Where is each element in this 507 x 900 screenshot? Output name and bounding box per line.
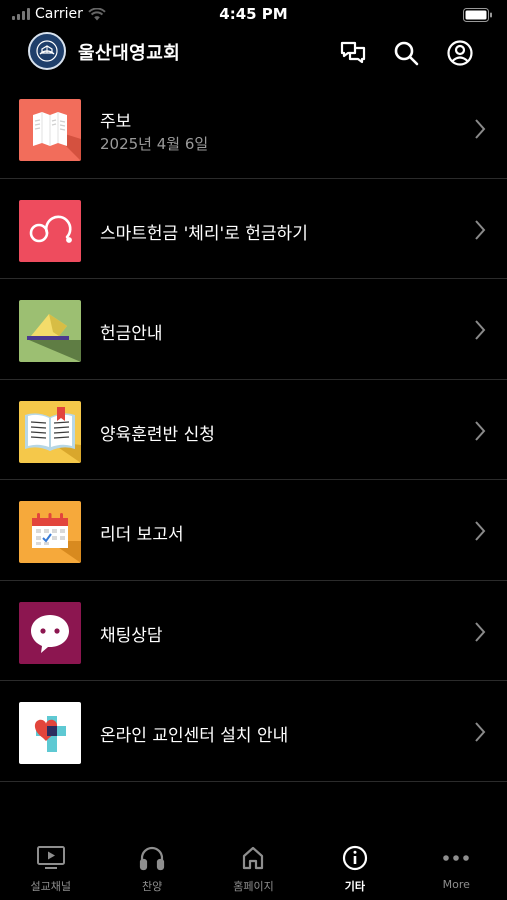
tab-worship-music[interactable]: 찬양 bbox=[101, 836, 202, 900]
profile-icon[interactable] bbox=[445, 38, 475, 68]
tab-homepage[interactable]: 홈페이지 bbox=[203, 836, 304, 900]
battery-icon bbox=[463, 7, 493, 26]
church-name: 울산대영교회 bbox=[78, 43, 181, 64]
item-title: 채팅상담 bbox=[100, 625, 163, 646]
chevron-right-icon bbox=[475, 119, 486, 139]
tab-etc[interactable]: 기타 bbox=[304, 836, 405, 900]
list-item-training-apply[interactable]: 양육훈련반 신청 bbox=[0, 380, 507, 480]
chevron-right-icon bbox=[475, 420, 486, 441]
tab-sermon-channel[interactable]: 설교채널 bbox=[0, 836, 101, 900]
chevron-right-icon bbox=[475, 621, 486, 642]
tab-label: 찬양 bbox=[141, 880, 163, 893]
chevron-right-icon bbox=[475, 320, 486, 340]
cross-heart-icon bbox=[19, 702, 81, 764]
item-title: 온라인 교인센터 설치 안내 bbox=[100, 726, 289, 746]
bottom-tab-bar: 설교채널 찬양 홈페이지 기타 More bbox=[0, 836, 507, 900]
book-icon bbox=[19, 400, 81, 463]
offering-icon bbox=[19, 300, 81, 362]
clock: 4:45 PM bbox=[219, 5, 288, 23]
list-item-offering-guide[interactable]: 헌금안내 bbox=[0, 279, 507, 380]
item-title: 헌금안내 bbox=[100, 324, 163, 344]
headphones-icon bbox=[136, 844, 168, 872]
tv-play-icon bbox=[35, 844, 67, 872]
bulletin-icon bbox=[19, 99, 81, 161]
tab-label: 홈페이지 bbox=[233, 880, 274, 893]
app-header: 울산대영교회 bbox=[0, 28, 507, 78]
item-date: 2025년 4월 6일 bbox=[100, 135, 209, 153]
search-icon[interactable] bbox=[391, 38, 421, 68]
chat-icon[interactable] bbox=[338, 38, 368, 68]
tab-label: More bbox=[442, 878, 470, 891]
list-item-online-member-center[interactable]: 온라인 교인센터 설치 안내 bbox=[0, 681, 507, 782]
info-icon bbox=[339, 844, 371, 872]
calendar-icon bbox=[19, 501, 81, 563]
item-title: 양육훈련반 신청 bbox=[100, 424, 215, 445]
list-item-leader-report[interactable]: 리더 보고서 bbox=[0, 480, 507, 581]
item-title: 스마트헌금 '체리'로 헌금하기 bbox=[100, 223, 308, 244]
chevron-right-icon bbox=[475, 521, 486, 541]
tab-more[interactable]: More bbox=[406, 836, 507, 900]
church-logo bbox=[28, 32, 66, 70]
cherry-icon bbox=[19, 199, 81, 262]
list-item-smart-offering[interactable]: 스마트헌금 '체리'로 헌금하기 bbox=[0, 179, 507, 279]
home-icon bbox=[237, 844, 269, 872]
item-title: 주보 bbox=[100, 112, 132, 132]
chevron-right-icon bbox=[475, 219, 486, 240]
list-item-chat-counsel[interactable]: 채팅상담 bbox=[0, 581, 507, 681]
more-dots-icon bbox=[440, 844, 472, 872]
tab-label: 기타 bbox=[344, 880, 365, 893]
list-item-bulletin[interactable]: 주보 2025년 4월 6일 bbox=[0, 78, 507, 179]
menu-list: 주보 2025년 4월 6일 스마트헌금 '체리'로 헌금하기 헌금안내 양육훈… bbox=[0, 78, 507, 782]
chat-bubble-icon bbox=[19, 601, 81, 664]
tab-label: 설교채널 bbox=[30, 880, 71, 893]
item-title: 리더 보고서 bbox=[100, 525, 184, 545]
chevron-right-icon bbox=[475, 722, 486, 742]
status-bar: Carrier 4:45 PM bbox=[0, 0, 507, 28]
